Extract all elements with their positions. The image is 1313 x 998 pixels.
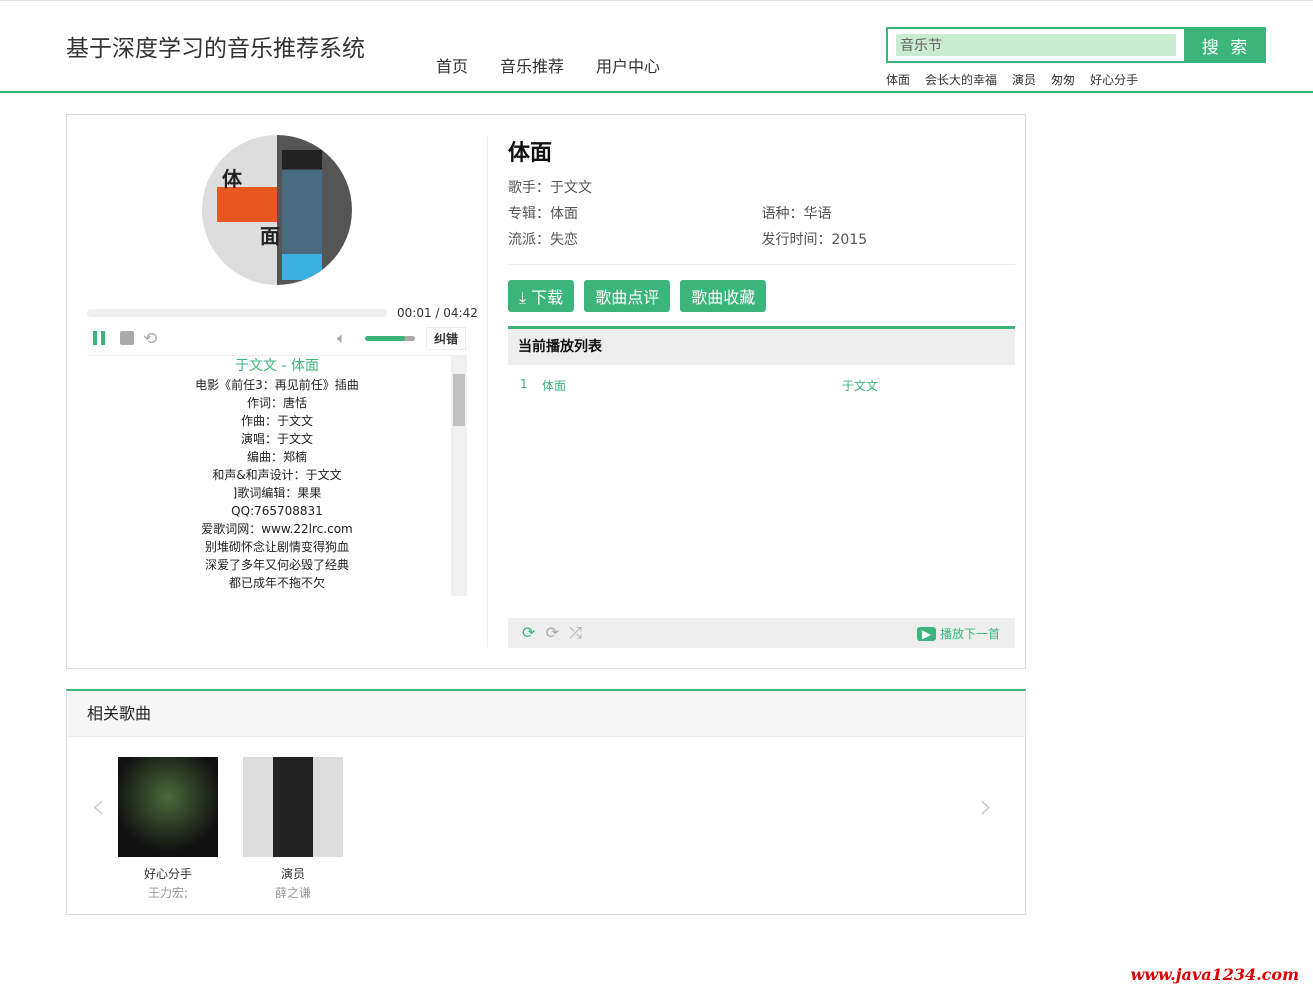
lyric-line: 和声&和声设计：于文文 bbox=[212, 468, 342, 482]
favorite-button[interactable]: 歌曲收藏 bbox=[680, 280, 767, 312]
playlist-item[interactable]: 1 体面 于文文 bbox=[508, 365, 1015, 394]
loop-one-icon[interactable]: ⟳ bbox=[546, 623, 559, 642]
playlist-title: 当前播放列表 bbox=[508, 329, 1015, 365]
cover-image[interactable] bbox=[118, 757, 218, 857]
player-controls: ⟲ 🔈︎ 纠错 bbox=[93, 327, 468, 350]
search-bar: 搜 索 bbox=[886, 27, 1266, 63]
play-next-label: 播放下一首 bbox=[939, 627, 1000, 641]
loop-list-icon[interactable]: ⟳ bbox=[522, 623, 535, 642]
header: 基于深度学习的音乐推荐系统 首页 音乐推荐 用户中心 搜 索 体面 会长大的幸福… bbox=[0, 1, 1313, 93]
download-icon: ⤓ bbox=[519, 288, 527, 307]
lyric-line: 电影《前任3：再见前任》插曲 bbox=[195, 378, 359, 392]
shuffle-icon[interactable]: ⤮ bbox=[569, 623, 582, 642]
download-label: 下载 bbox=[531, 288, 564, 307]
site-title: 基于深度学习的音乐推荐系统 bbox=[66, 36, 365, 62]
lyric-line: QQ:765708831 bbox=[231, 504, 323, 518]
song-title: 体面 bbox=[508, 141, 553, 166]
play-next-button[interactable]: ▶ 播放下一首 bbox=[916, 625, 1000, 642]
player-panel: 体面 00:01 / 04:42 ⟲ 🔈︎ 纠错 于文文 - 体面 电影《前任3… bbox=[66, 114, 1026, 669]
lyric-line: 都已成年不拖不欠 bbox=[228, 576, 325, 590]
stop-icon[interactable] bbox=[120, 331, 134, 345]
lyrics-title: 于文文 - 体面 bbox=[235, 358, 319, 374]
related-song-card[interactable]: 演员 薛之谦 bbox=[243, 757, 343, 901]
pause-icon[interactable] bbox=[93, 331, 105, 345]
genre: 流派：失恋 bbox=[508, 232, 578, 248]
chevron-left-icon[interactable]: ‹ bbox=[91, 786, 105, 827]
song-name[interactable]: 好心分手 bbox=[118, 865, 218, 882]
search-button[interactable]: 搜 索 bbox=[1186, 27, 1266, 63]
lyric-line: ]歌词编辑：果果 bbox=[232, 486, 322, 500]
nav-recommend[interactable]: 音乐推荐 bbox=[500, 53, 564, 77]
album-cover: 体面 bbox=[202, 135, 352, 285]
lyric-line: 别堆砌怀念让剧情变得狗血 bbox=[204, 540, 349, 554]
song-artist[interactable]: 薛之谦 bbox=[243, 884, 343, 901]
watermark: www.java1234.com bbox=[1130, 965, 1299, 984]
related-songs: 相关歌曲 ‹ 好心分手 王力宏; 演员 薛之谦 › bbox=[66, 689, 1026, 915]
song-info: 体面 歌手：于文文 专辑：体面 语种：华语 流派：失恋 发行时间：2015 bbox=[508, 135, 1015, 265]
related-title: 相关歌曲 bbox=[67, 691, 1025, 737]
main-nav: 首页 音乐推荐 用户中心 bbox=[436, 53, 660, 77]
hot-search-link[interactable]: 演员 bbox=[1012, 71, 1036, 88]
lyric-line: 编曲：郑楠 bbox=[246, 450, 307, 464]
nav-user-center[interactable]: 用户中心 bbox=[596, 53, 660, 77]
repeat-icon[interactable]: ⟲ bbox=[143, 329, 157, 349]
hot-searches: 体面 会长大的幸福 演员 匆匆 好心分手 bbox=[886, 71, 1138, 88]
hot-search-link[interactable]: 匆匆 bbox=[1051, 71, 1075, 88]
hot-search-link[interactable]: 会长大的幸福 bbox=[925, 71, 997, 88]
lyric-line: 深爱了多年又何必毁了经典 bbox=[204, 558, 349, 572]
hot-search-link[interactable]: 体面 bbox=[886, 71, 910, 88]
song-name[interactable]: 演员 bbox=[243, 865, 343, 882]
release-date: 发行时间：2015 bbox=[761, 232, 868, 248]
lyric-line: 作词：唐恬 bbox=[246, 396, 307, 410]
volume-slider[interactable] bbox=[365, 336, 415, 341]
chevron-right-icon[interactable]: › bbox=[979, 786, 993, 827]
lyrics-panel: 于文文 - 体面 电影《前任3：再见前任》插曲 作词：唐恬作曲：于文文 演唱：于文文… bbox=[87, 355, 467, 596]
report-error-button[interactable]: 纠错 bbox=[426, 327, 467, 350]
comment-button[interactable]: 歌曲点评 bbox=[584, 280, 671, 312]
play-time: 00:01 / 04:42 bbox=[397, 306, 478, 320]
lyric-line: 演唱：于文文 bbox=[240, 432, 313, 446]
lyric-line: 爱歌词网：www.22lrc.com bbox=[201, 522, 353, 536]
lyric-line: 作曲：于文文 bbox=[240, 414, 313, 428]
playlist: 当前播放列表 1 体面 于文文 ⟳ ⟳ ⤮ ▶ 播放下一首 bbox=[508, 326, 1015, 648]
download-button[interactable]: ⤓ 下载 bbox=[508, 280, 575, 312]
search-input[interactable] bbox=[896, 34, 1176, 56]
song-artist[interactable]: 王力宏; bbox=[118, 884, 218, 901]
scrollbar[interactable] bbox=[451, 356, 467, 596]
item-number: 1 bbox=[520, 377, 528, 391]
volume-icon[interactable]: 🔈︎ bbox=[337, 329, 346, 347]
playlist-footer: ⟳ ⟳ ⤮ ▶ 播放下一首 bbox=[508, 618, 1015, 648]
item-name: 体面 bbox=[542, 379, 567, 393]
hot-search-link[interactable]: 好心分手 bbox=[1090, 71, 1138, 88]
action-buttons: ⤓ 下载 歌曲点评 歌曲收藏 bbox=[508, 280, 767, 312]
album: 专辑：体面 bbox=[508, 206, 578, 222]
play-icon: ▶ bbox=[916, 627, 937, 641]
cover-image[interactable] bbox=[243, 757, 343, 857]
singer: 歌手：于文文 bbox=[508, 180, 592, 196]
nav-home[interactable]: 首页 bbox=[436, 53, 468, 77]
related-song-card[interactable]: 好心分手 王力宏; bbox=[118, 757, 218, 901]
item-artist: 于文文 bbox=[842, 379, 879, 393]
language: 语种：华语 bbox=[761, 206, 832, 222]
progress-bar[interactable] bbox=[87, 309, 387, 317]
